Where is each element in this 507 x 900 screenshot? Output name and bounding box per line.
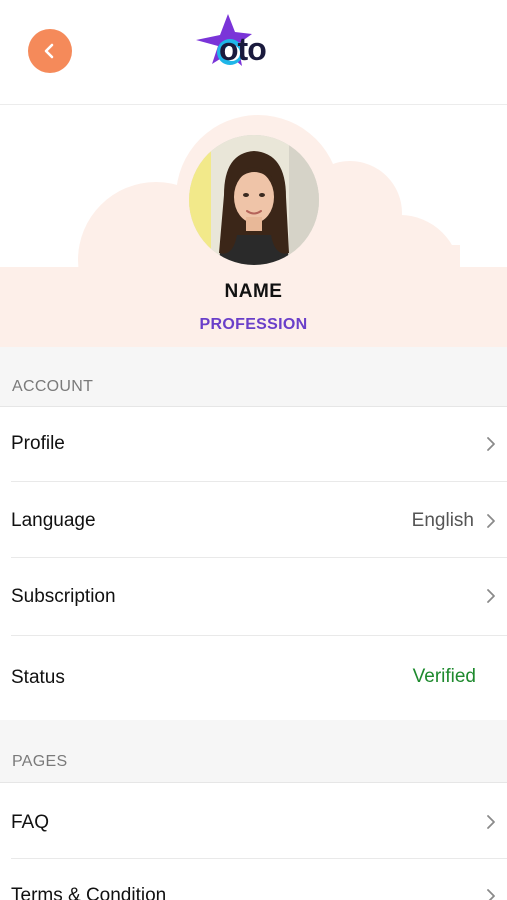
logo-text: oto xyxy=(219,31,267,67)
row-label: Subscription xyxy=(11,586,116,607)
avatar-image xyxy=(189,135,319,265)
profile-name: NAME xyxy=(224,281,283,302)
language-value: English xyxy=(411,510,474,531)
settings-row-terms[interactable]: Terms & Condition xyxy=(0,859,507,900)
app-logo: oto xyxy=(192,14,302,70)
status-badge: Verified xyxy=(412,666,476,687)
chevron-right-icon xyxy=(487,815,495,829)
section-title: PAGES xyxy=(12,753,68,770)
row-label: Profile xyxy=(11,433,65,454)
chevron-right-icon xyxy=(487,514,495,528)
app-header: oto xyxy=(0,0,507,105)
chevron-left-icon xyxy=(44,43,54,59)
settings-row-faq[interactable]: FAQ xyxy=(0,783,507,858)
settings-row-profile[interactable]: Profile xyxy=(0,407,507,481)
row-label: Status xyxy=(11,667,65,688)
section-header-account: ACCOUNT xyxy=(0,347,507,407)
back-button[interactable] xyxy=(28,29,72,73)
profile-profession: PROFESSION xyxy=(199,316,308,333)
settings-row-subscription[interactable]: Subscription xyxy=(0,558,507,635)
row-label: Language xyxy=(11,510,96,531)
section-header-pages: PAGES xyxy=(0,720,507,783)
settings-row-status: Status Verified xyxy=(0,636,507,720)
profile-hero: NAME PROFESSION xyxy=(0,105,507,347)
section-title: ACCOUNT xyxy=(12,378,94,395)
avatar[interactable] xyxy=(189,135,319,265)
chevron-right-icon xyxy=(487,589,495,603)
row-label: FAQ xyxy=(11,812,50,833)
row-label: Terms & Condition xyxy=(11,885,167,900)
settings-row-language[interactable]: Language English xyxy=(0,482,507,557)
chevron-right-icon xyxy=(487,889,495,900)
chevron-right-icon xyxy=(487,437,495,451)
